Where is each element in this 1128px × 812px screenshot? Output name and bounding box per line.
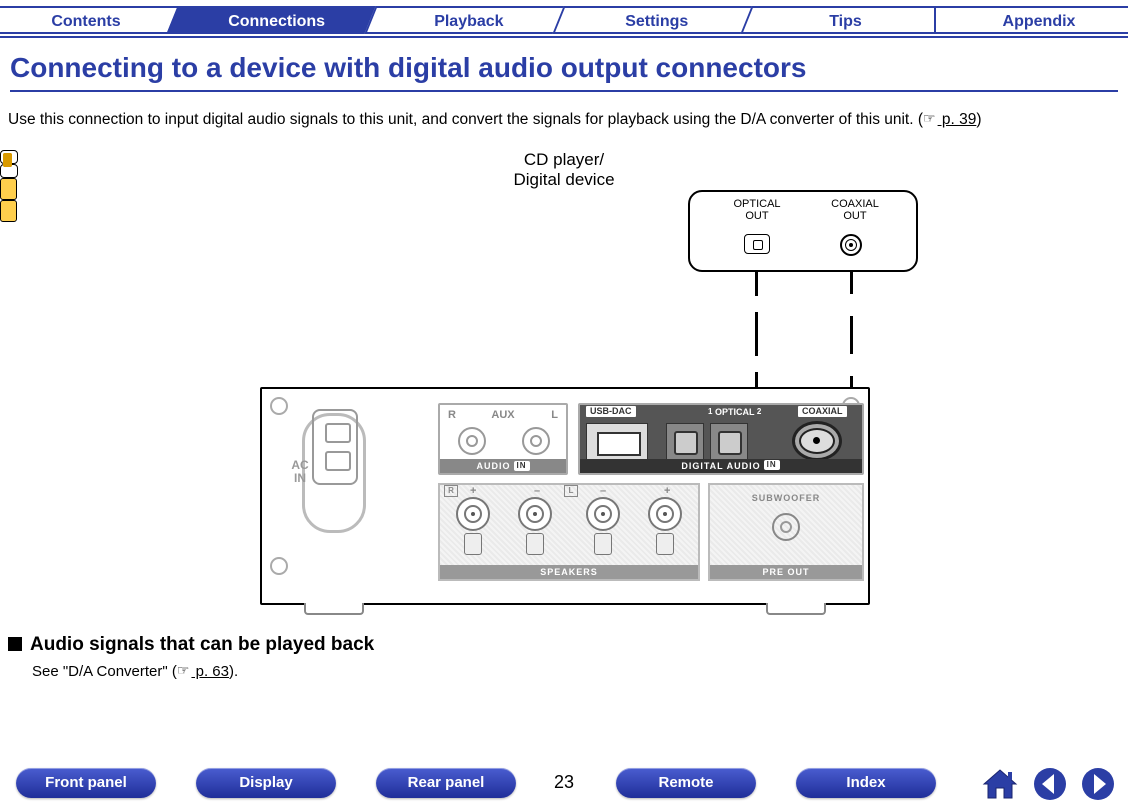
coaxial-out-port-icon: [840, 234, 862, 256]
intro-part-b: ): [976, 111, 981, 128]
device-label-line2: Digital device: [513, 170, 614, 189]
page-title: Connecting to a device with digital audi…: [10, 52, 1118, 92]
coaxial-cable: [850, 272, 853, 294]
plus-label: +: [470, 485, 476, 497]
prev-page-icon[interactable]: [1030, 766, 1070, 802]
intro-text: Use this connection to input digital aud…: [8, 110, 1120, 129]
optical-in-1-icon: [666, 423, 704, 461]
tab-appendix[interactable]: Appendix: [934, 6, 1128, 34]
digital-audio-in-bar: DIGITAL AUDIOIN: [580, 459, 862, 473]
tab-label: Tips: [829, 8, 862, 36]
speaker-r-label: R: [444, 485, 458, 497]
binding-post-icon: [450, 497, 498, 559]
bottom-nav: Front panel Display Rear panel 23 Remote…: [0, 768, 1128, 804]
optical-out-port-icon: [744, 234, 770, 254]
binding-post-icon: [512, 497, 560, 559]
audio-in-bar: AUDIOIN: [440, 459, 566, 473]
nav-front-panel[interactable]: Front panel: [16, 768, 156, 798]
tab-settings[interactable]: Settings: [552, 6, 763, 34]
home-icon[interactable]: [980, 766, 1020, 802]
optical-cable: [755, 272, 758, 296]
page-link-63[interactable]: p. 63: [191, 663, 229, 680]
page-link-39[interactable]: p. 39: [938, 111, 977, 128]
speakers-panel: R + – L – + SPEAKERS: [438, 483, 700, 581]
subsection-text: See "D/A Converter" (☞ p. 63).: [32, 662, 238, 680]
top-tabs: Contents Connections Playback Settings T…: [0, 6, 1128, 36]
tab-contents[interactable]: Contents: [0, 6, 186, 34]
tab-label: Settings: [626, 8, 689, 36]
usb-port-icon: [586, 423, 648, 461]
coaxial-in-icon: [792, 421, 842, 461]
foot-icon: [304, 603, 364, 615]
square-bullet-icon: [8, 637, 22, 651]
coaxial-out-label: COAXIALOUT: [810, 198, 900, 222]
coaxial-label: COAXIAL: [798, 406, 847, 417]
tab-playback[interactable]: Playback: [364, 6, 575, 34]
coaxial-cable: [850, 316, 853, 354]
device-label-line1: CD player/: [524, 150, 604, 169]
topbar-divider: [0, 36, 1128, 38]
aux-audio-panel: R AUX L AUDIOIN: [438, 403, 568, 475]
tab-label: Connections: [228, 8, 325, 36]
speakers-bar: SPEAKERS: [440, 565, 698, 579]
subsection-heading: Audio signals that can be played back: [8, 634, 374, 656]
aux-label: AUX: [491, 409, 514, 421]
ac-in-label: ACIN: [270, 459, 330, 485]
optical-cable: [755, 312, 758, 356]
screw-icon: [270, 557, 288, 575]
rca-jack-icon: [772, 513, 800, 541]
rca-jack-icon: [458, 427, 486, 455]
tab-tips[interactable]: Tips: [740, 6, 951, 34]
binding-post-icon: [642, 497, 690, 559]
aux-l-label: L: [551, 409, 558, 421]
connection-diagram: CD player/ Digital device OPTICALOUT COA…: [0, 150, 1128, 625]
plus-label: +: [664, 485, 670, 497]
coaxial-plug-icon: [0, 200, 17, 222]
amplifier-rear-panel: ACIN R AUX L AUDIOIN USB-DAC 1 OPTICAL 2…: [260, 387, 870, 605]
pointer-icon: ☞: [923, 110, 936, 127]
optical-in-2-icon: [710, 423, 748, 461]
minus-label: –: [600, 485, 606, 497]
foot-icon: [766, 603, 826, 615]
intro-part-a: Use this connection to input digital aud…: [8, 111, 923, 128]
rca-jack-icon: [522, 427, 550, 455]
optical-label: 1 OPTICAL 2: [708, 407, 761, 419]
aux-r-label: R: [448, 409, 456, 421]
digital-audio-panel: USB-DAC 1 OPTICAL 2 COAXIAL ⎓⟜ DIGITAL A…: [578, 403, 864, 475]
pointer-icon: ☞: [177, 662, 190, 679]
pre-out-bar: PRE OUT: [710, 565, 862, 579]
tab-label: Contents: [51, 8, 120, 36]
screw-icon: [270, 397, 288, 415]
usb-dac-label: USB-DAC: [586, 406, 636, 417]
subwoofer-label: SUBWOOFER: [710, 493, 862, 503]
source-device-label: CD player/ Digital device: [0, 150, 1128, 189]
tab-label: Playback: [434, 8, 503, 36]
nav-display[interactable]: Display: [196, 768, 336, 798]
tab-label: Appendix: [1003, 8, 1076, 36]
source-device-box: OPTICALOUT COAXIALOUT: [688, 190, 918, 272]
next-page-icon[interactable]: [1078, 766, 1118, 802]
minus-label: –: [534, 485, 540, 497]
aux-header: R AUX L: [440, 409, 566, 421]
nav-rear-panel[interactable]: Rear panel: [376, 768, 516, 798]
binding-post-icon: [580, 497, 628, 559]
tab-connections[interactable]: Connections: [166, 6, 387, 34]
nav-remote[interactable]: Remote: [616, 768, 756, 798]
nav-index[interactable]: Index: [796, 768, 936, 798]
subwoofer-panel: SUBWOOFER PRE OUT: [708, 483, 864, 581]
speaker-l-label: L: [564, 485, 578, 497]
optical-out-label: OPTICALOUT: [712, 198, 802, 222]
page-number: 23: [544, 772, 584, 793]
